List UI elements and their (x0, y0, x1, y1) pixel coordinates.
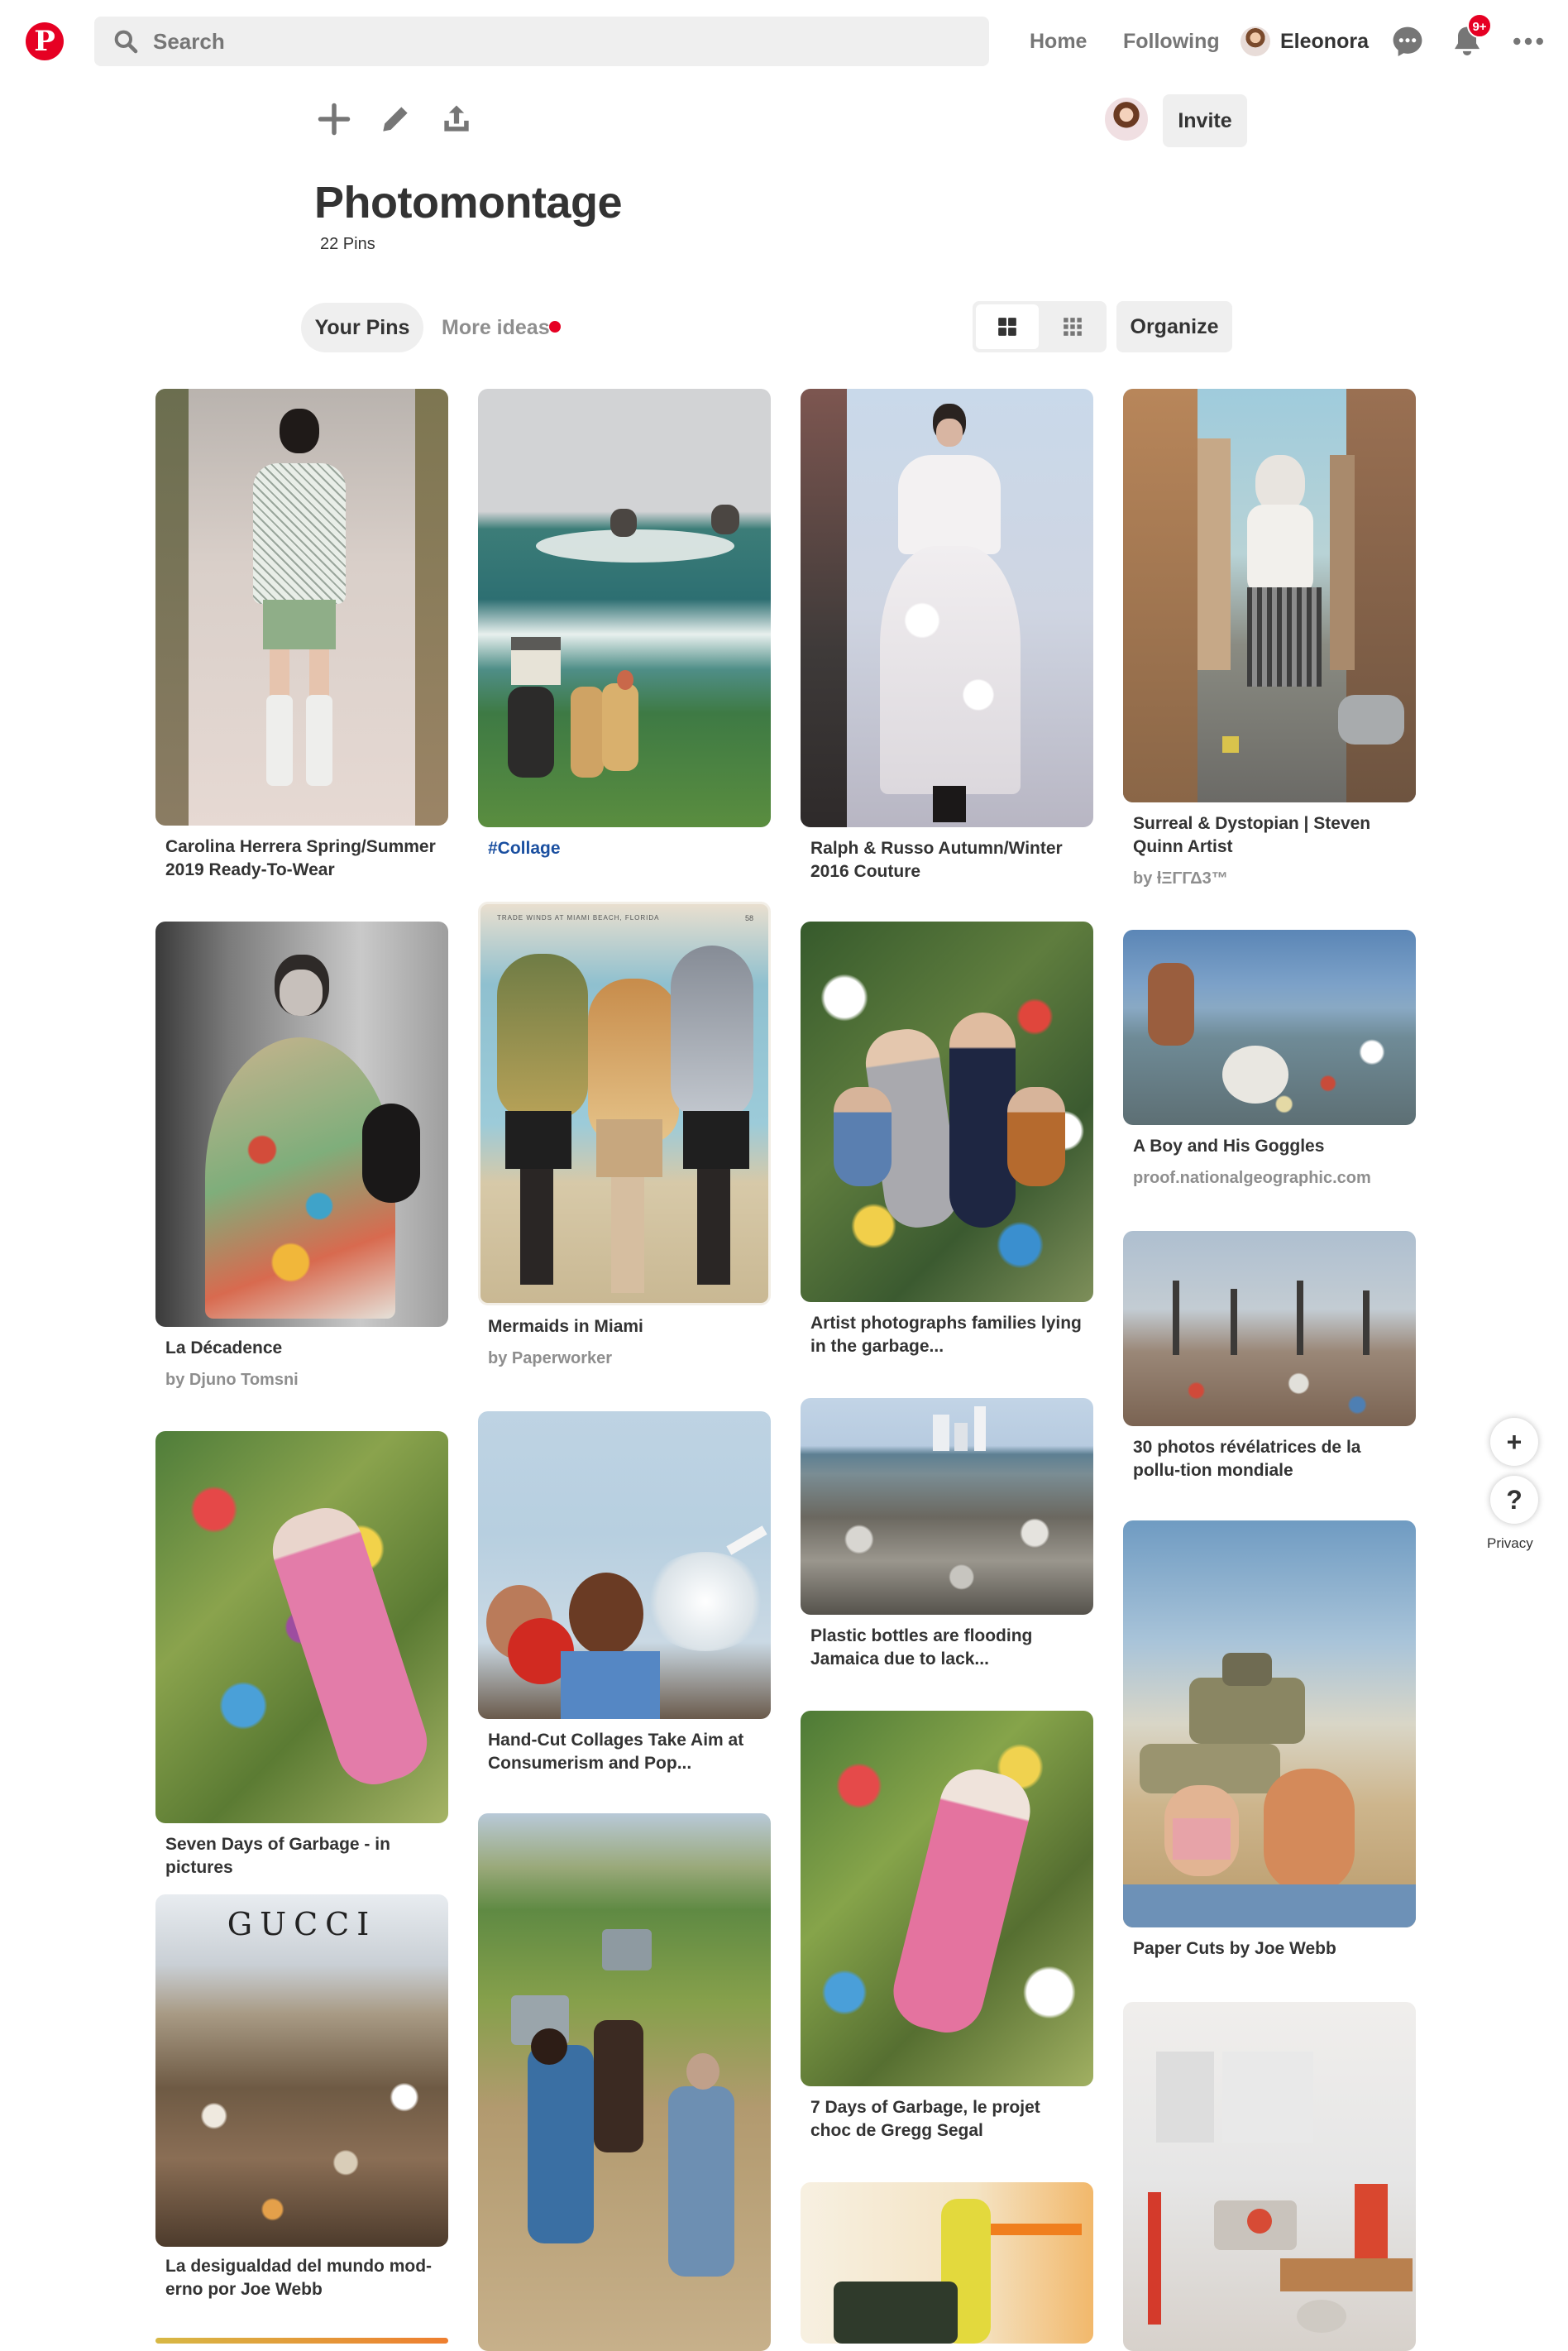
top-navigation-bar: P Search Home Following Eleonora 9+ (0, 0, 1568, 83)
pin-caption: A Boy and His Goggles (1133, 1137, 1325, 1156)
view-compact-grid-button[interactable] (1042, 304, 1103, 349)
nav-following-link[interactable]: Following (1123, 25, 1220, 58)
pin-source[interactable]: by Paperworker (488, 1347, 761, 1370)
pin-image[interactable] (155, 1431, 448, 1823)
pin-caption: Seven Days of Garbage - in pictures (165, 1835, 390, 1877)
pin-image[interactable] (478, 1813, 771, 2351)
pin-caption-hashtag-link[interactable]: #Collage (488, 837, 761, 860)
pin-image[interactable] (155, 922, 448, 1327)
organize-button[interactable]: Organize (1116, 301, 1232, 352)
postcard-header: TRADE WINDS AT MIAMI BEACH, FLORIDA (497, 914, 660, 922)
tab-your-pins[interactable]: Your Pins (301, 303, 423, 352)
pin-source[interactable]: proof.nationalgeographic.com (1133, 1166, 1406, 1190)
pin-image[interactable] (801, 1398, 1093, 1615)
view-large-grid-button[interactable] (976, 304, 1039, 349)
tab-more-ideas[interactable]: More ideas (442, 303, 550, 352)
pencil-icon[interactable] (377, 101, 414, 137)
pin-image[interactable]: TRADE WINDS AT MIAMI BEACH, FLORIDA 58 (478, 902, 771, 1305)
pin-count: 22 Pins (320, 235, 375, 253)
pin-source[interactable]: by Djuno Tomsni (165, 1368, 438, 1391)
pin-image[interactable] (1123, 1231, 1416, 1426)
view-toggle (973, 301, 1107, 352)
user-name: Eleonora (1280, 30, 1369, 53)
messages-icon[interactable] (1389, 23, 1426, 60)
compact-grid-icon (1064, 318, 1082, 336)
pin-caption: Plastic bottles are flooding Jamaica due… (810, 1626, 1033, 1669)
pin-caption: Hand-Cut Collages Take Aim at Consumeris… (488, 1731, 744, 1773)
pin-image[interactable] (155, 2338, 448, 2344)
pin-image[interactable] (478, 1411, 771, 1719)
nav-home-link[interactable]: Home (1030, 25, 1087, 58)
collaborator-avatar[interactable] (1103, 96, 1150, 142)
pin-image[interactable] (801, 2182, 1093, 2344)
pin-caption: La Décadence (165, 1338, 283, 1357)
pin-caption: Artist photographs families lying in the… (810, 1314, 1082, 1356)
pin-source[interactable]: by ƚΞΓΓΔ3™ (1133, 867, 1406, 890)
share-icon[interactable] (438, 101, 475, 137)
search-bar[interactable]: Search (94, 17, 989, 66)
pin-image[interactable] (1123, 1520, 1416, 1927)
invite-button[interactable]: Invite (1163, 94, 1247, 147)
pin-image[interactable] (1123, 2002, 1416, 2351)
plus-icon[interactable] (316, 101, 352, 137)
pin-caption: 30 photos révélatrices de la pollu-tion … (1133, 1438, 1361, 1480)
search-icon (114, 30, 138, 54)
postcard-number: 58 (745, 914, 754, 922)
notifications-badge: 9+ (1467, 13, 1492, 38)
help-button[interactable]: ? (1490, 1476, 1538, 1524)
pin-caption: 7 Days of Garbage, le projet choc de Gre… (810, 2098, 1040, 2140)
privacy-link[interactable]: Privacy (1487, 1535, 1533, 1552)
large-grid-icon (998, 318, 1016, 336)
avatar (1241, 26, 1270, 56)
create-pin-button[interactable]: + (1490, 1418, 1538, 1466)
pin-caption: Surreal & Dystopian | Steven Quinn Artis… (1133, 814, 1371, 856)
pin-image[interactable] (155, 389, 448, 826)
pin-image[interactable] (1123, 930, 1416, 1125)
more-options-icon[interactable] (1510, 23, 1546, 60)
pin-image[interactable] (478, 389, 771, 827)
pin-image[interactable] (801, 389, 1093, 827)
search-placeholder: Search (153, 29, 225, 54)
pinterest-logo-icon[interactable]: P (26, 22, 64, 60)
gucci-title: GUCCI (227, 1906, 377, 1942)
pin-caption: Ralph & Russo Autumn/Winter 2016 Couture (810, 839, 1063, 881)
pin-caption: Mermaids in Miami (488, 1317, 643, 1336)
pin-caption: Carolina Herrera Spring/Summer 2019 Read… (165, 837, 436, 879)
board-title: Photomontage (314, 178, 622, 227)
pin-image[interactable] (801, 922, 1093, 1302)
pin-image[interactable] (801, 1711, 1093, 2086)
pin-image[interactable]: GUCCI (155, 1894, 448, 2247)
pin-caption: La desigualdad del mundo mod-erno por Jo… (165, 2257, 433, 2299)
pin-image[interactable] (1123, 389, 1416, 802)
pin-caption: Paper Cuts by Joe Webb (1133, 1939, 1336, 1958)
new-ideas-indicator (549, 321, 561, 333)
